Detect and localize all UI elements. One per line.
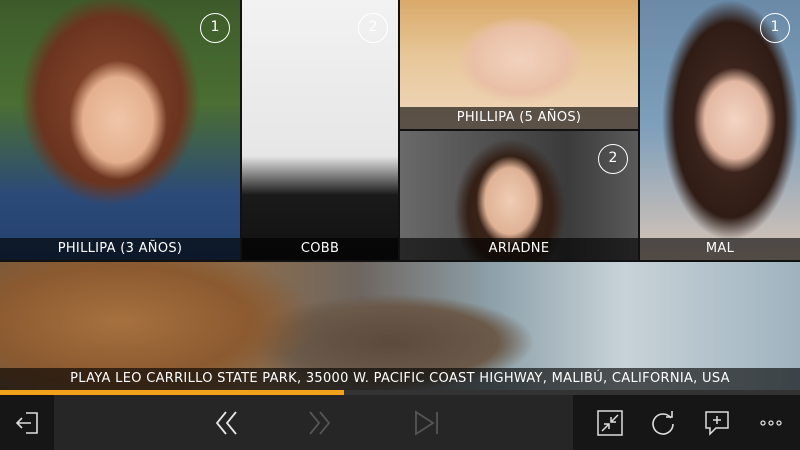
location-caption: PLAYA LEO CARRILLO STATE PARK, 35000 W. …: [0, 368, 800, 390]
rewind-button[interactable]: [204, 395, 250, 450]
tile-caption: COBB: [242, 238, 398, 260]
cast-tile-phillipa-3[interactable]: 1 PHILLIPA (3 AÑOS): [0, 0, 240, 260]
cast-tile-cobb[interactable]: 2 COBB: [242, 0, 398, 260]
scene-count-badge: 2: [358, 13, 388, 43]
refresh-icon: [652, 410, 674, 435]
cast-tile-ariadne[interactable]: 2 ARIADNE: [400, 131, 638, 260]
exit-panel: [0, 395, 54, 450]
refresh-button[interactable]: [641, 395, 685, 450]
collapse-icon: [597, 409, 623, 436]
tile-caption: PHILLIPA (5 AÑOS): [400, 107, 638, 129]
exit-button[interactable]: [0, 395, 54, 450]
app-bar: [0, 395, 800, 450]
more-options-button[interactable]: [749, 395, 793, 450]
collapse-button[interactable]: [588, 395, 632, 450]
skip-next-icon: [415, 409, 438, 436]
cast-tile-phillipa-5[interactable]: PHILLIPA (5 AÑOS): [400, 0, 638, 129]
skip-next-button[interactable]: [404, 395, 450, 450]
tile-caption: PHILLIPA (3 AÑOS): [0, 238, 240, 260]
scene-count-badge: 2: [598, 144, 628, 174]
more-options-icon: [760, 419, 782, 426]
scene-count-badge: 1: [760, 13, 790, 43]
exit-icon: [15, 411, 38, 434]
scene-count-badge: 1: [200, 13, 230, 43]
media-controls: [54, 395, 573, 450]
action-buttons: [573, 395, 800, 450]
add-comment-button[interactable]: [695, 395, 739, 450]
fast-forward-button[interactable]: [296, 395, 342, 450]
rewind-icon: [215, 410, 237, 435]
location-tile[interactable]: PLAYA LEO CARRILLO STATE PARK, 35000 W. …: [0, 262, 800, 390]
fast-forward-icon: [309, 410, 331, 435]
tile-caption: MAL: [640, 238, 800, 260]
add-comment-icon: [705, 410, 729, 436]
tile-caption: ARIADNE: [400, 238, 638, 260]
cast-tile-mal[interactable]: 1 MAL: [640, 0, 800, 260]
